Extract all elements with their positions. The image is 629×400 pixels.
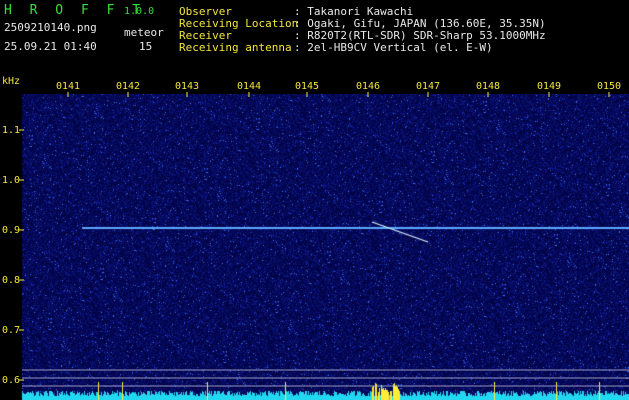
freq-label: 0.9	[2, 225, 20, 236]
time-label: 0142	[116, 81, 140, 92]
time-label: 0147	[416, 81, 440, 92]
spectrogram-overlay: kHz 0141 0142 0143 0144 0145 0146 0147 0148 0149…	[0, 72, 629, 387]
freq-label: 0.6	[2, 375, 20, 386]
freq-label: 1.0	[2, 175, 20, 186]
time-label: 0148	[476, 81, 500, 92]
time-label: 0149	[537, 81, 561, 92]
time-label: 0150	[597, 81, 621, 92]
freq-unit-label: kHz	[2, 76, 20, 87]
freq-label: 1.1	[2, 125, 20, 136]
time-label: 0146	[356, 81, 380, 92]
freq-label: 0.7	[2, 325, 20, 336]
reference-lines	[22, 369, 629, 387]
time-label: 0141	[56, 81, 80, 92]
freq-label: 0.8	[2, 275, 20, 286]
time-label: 0143	[175, 81, 199, 92]
time-label: 0144	[237, 81, 261, 92]
freq-axis: 1.1 1.0 0.9 0.8 0.7 0.6	[2, 125, 24, 386]
time-label: 0145	[295, 81, 319, 92]
